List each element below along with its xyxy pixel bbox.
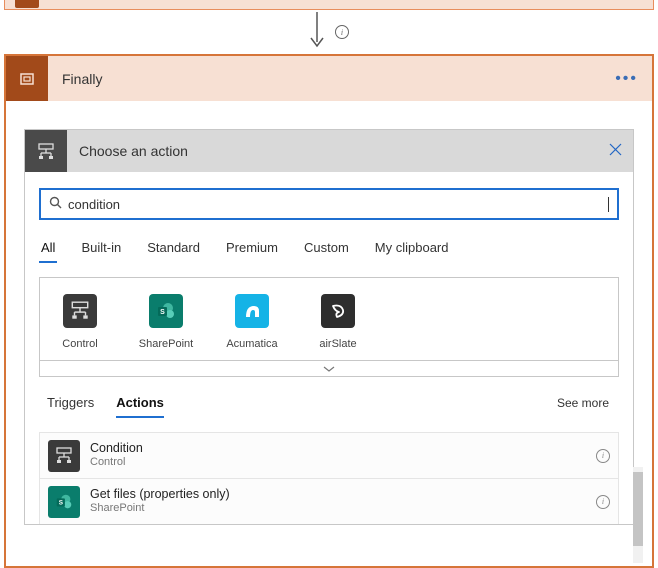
finally-header[interactable]: Finally ••• xyxy=(6,56,652,101)
filter-tabs: All Built-in Standard Premium Custom My … xyxy=(25,230,633,263)
connector-label: Control xyxy=(62,338,97,350)
previous-step-icon xyxy=(15,0,39,8)
airslate-icon xyxy=(321,294,355,328)
result-subtitle: SharePoint xyxy=(90,502,590,516)
result-title: Condition xyxy=(90,441,590,457)
connector-sharepoint[interactable]: S SharePoint xyxy=(136,294,196,350)
flow-arrow: i xyxy=(0,10,658,54)
chevron-down-icon xyxy=(323,365,335,373)
filter-tab-standard[interactable]: Standard xyxy=(145,234,202,263)
connector-label: airSlate xyxy=(319,338,356,350)
info-icon[interactable]: i xyxy=(596,449,610,463)
tab-triggers[interactable]: Triggers xyxy=(47,395,94,416)
close-icon xyxy=(609,143,622,156)
tab-actions[interactable]: Actions xyxy=(116,395,164,418)
results-scrollbar-thumb[interactable] xyxy=(633,472,643,546)
svg-text:S: S xyxy=(59,499,63,506)
result-get-files[interactable]: S Get files (properties only) SharePoint… xyxy=(39,478,619,524)
results-list: Condition Control i S Get files (propert… xyxy=(39,432,619,524)
search-input[interactable] xyxy=(68,197,609,212)
connector-label: SharePoint xyxy=(139,338,193,350)
filter-tab-builtin[interactable]: Built-in xyxy=(79,234,123,263)
connector-control[interactable]: Control xyxy=(50,294,110,350)
search-icon xyxy=(49,196,62,212)
connector-acumatica[interactable]: Acumatica xyxy=(222,294,282,350)
connector-label: Acumatica xyxy=(226,338,277,350)
filter-tab-all[interactable]: All xyxy=(39,234,57,263)
sharepoint-icon: S xyxy=(149,294,183,328)
info-icon[interactable]: i xyxy=(596,495,610,509)
choose-action-title: Choose an action xyxy=(67,143,597,159)
close-button[interactable] xyxy=(597,143,633,160)
connector-airslate[interactable]: airSlate xyxy=(308,294,368,350)
finally-scope-icon xyxy=(6,56,48,101)
result-subtitle: Control xyxy=(90,456,590,470)
finally-menu-button[interactable]: ••• xyxy=(601,70,652,88)
see-more-link[interactable]: See more xyxy=(557,396,609,410)
connector-grid: Control S SharePoint Acumatica xyxy=(39,277,619,361)
filter-tab-custom[interactable]: Custom xyxy=(302,234,351,263)
choose-action-icon xyxy=(25,130,67,172)
triggers-actions-tabs: Triggers Actions See more xyxy=(25,377,633,426)
choose-action-header: Choose an action xyxy=(25,130,633,172)
svg-text:S: S xyxy=(160,309,165,316)
control-icon xyxy=(48,440,80,472)
connectors-expand-button[interactable] xyxy=(39,361,619,377)
filter-tab-premium[interactable]: Premium xyxy=(224,234,280,263)
acumatica-icon xyxy=(235,294,269,328)
previous-step-card xyxy=(4,0,654,10)
info-icon[interactable]: i xyxy=(335,25,349,39)
result-condition[interactable]: Condition Control i xyxy=(39,432,619,478)
result-title: Get files (properties only) xyxy=(90,487,590,503)
sharepoint-icon: S xyxy=(48,486,80,518)
control-icon xyxy=(63,294,97,328)
finally-card: Finally ••• Choose an action xyxy=(4,54,654,568)
filter-tab-clipboard[interactable]: My clipboard xyxy=(373,234,451,263)
finally-title: Finally xyxy=(48,71,601,87)
choose-action-card: Choose an action All Built-in Standard P… xyxy=(24,129,634,525)
search-input-wrap[interactable] xyxy=(39,188,619,220)
